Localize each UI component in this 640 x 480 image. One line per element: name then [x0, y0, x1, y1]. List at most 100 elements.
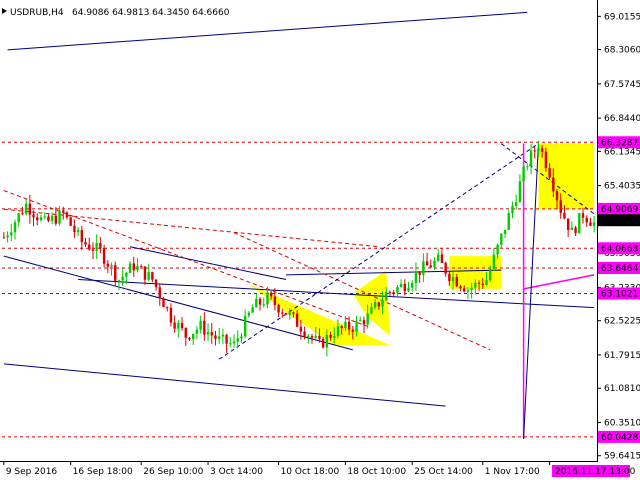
- candle-body: [377, 302, 381, 307]
- candle-body: [110, 264, 113, 267]
- candle-body: [477, 282, 481, 284]
- candle-body: [251, 307, 254, 313]
- x-tick-label: 9 Sep 2016: [6, 467, 58, 477]
- candle-body: [526, 166, 529, 168]
- candle-body: [329, 334, 332, 338]
- candle-body: [321, 338, 325, 348]
- candle-body: [303, 331, 306, 337]
- candle-body: [199, 320, 202, 330]
- candle-body: [425, 261, 429, 266]
- candle-body: [36, 217, 39, 221]
- current-price-label: 64.6660: [601, 216, 638, 226]
- candle-body: [91, 249, 95, 251]
- price-chart: 69.0155 68.3060 67.5745 66.8440 66.1345 65.40…: [0, 0, 640, 480]
- candle-body: [106, 263, 110, 267]
- candle-body: [362, 320, 366, 325]
- x-tick-label: 10 Oct 18:00: [281, 467, 340, 477]
- x-tick-label: 16 Sep 18:00: [73, 467, 133, 477]
- candle-body: [28, 203, 32, 215]
- candle-body: [533, 150, 536, 152]
- candle-body: [411, 282, 414, 288]
- candle-body: [195, 329, 199, 334]
- candle-body: [544, 151, 548, 169]
- candle-body: [485, 280, 488, 285]
- candle-body: [151, 272, 154, 280]
- level-label: 63.6464: [601, 264, 638, 274]
- candle-body: [43, 216, 46, 218]
- candle-body: [32, 214, 35, 218]
- candle-body: [143, 266, 147, 280]
- candle-body: [570, 227, 574, 231]
- y-tick-label: 61.0810: [604, 384, 640, 394]
- candle-body: [578, 213, 581, 234]
- header-symbol: USDRUB,H4: [10, 8, 64, 18]
- candle-body: [344, 321, 347, 329]
- candle-body: [136, 266, 139, 271]
- candle-body: [24, 203, 28, 214]
- candle-body: [437, 254, 440, 261]
- level-label: 60.0428: [601, 433, 638, 443]
- candle-body: [47, 216, 50, 221]
- candle-body: [340, 326, 343, 329]
- candle-body: [99, 242, 102, 248]
- y-tick-label: 69.0155: [604, 12, 640, 22]
- candle-body: [444, 262, 447, 274]
- candle-body: [21, 213, 24, 215]
- candle-body: [147, 272, 150, 280]
- candle-body: [537, 148, 540, 152]
- candle-body: [2, 237, 6, 239]
- candle-body: [232, 341, 236, 344]
- y-tick-label: 68.3060: [604, 46, 640, 56]
- candle-body: [381, 300, 384, 307]
- y-tick-label: 59.6415: [604, 452, 640, 462]
- candle-body: [399, 283, 403, 288]
- candle-body: [422, 261, 425, 275]
- candle-body: [243, 315, 247, 337]
- candle-body: [210, 332, 213, 336]
- y-tick-label: 60.3510: [604, 418, 640, 428]
- candle-body: [481, 283, 484, 285]
- candle-body: [273, 296, 277, 306]
- candle-body: [180, 323, 184, 329]
- candle-body: [466, 290, 470, 292]
- candle-body: [154, 279, 158, 288]
- candle-body: [221, 334, 225, 337]
- candle-body: [262, 304, 265, 306]
- level-label: 63.1021: [601, 290, 638, 300]
- candle-body: [173, 322, 176, 329]
- candle-body: [451, 277, 455, 282]
- candle-body: [463, 288, 466, 292]
- candle-body: [125, 272, 128, 277]
- candle-body: [433, 260, 436, 268]
- candle-body: [295, 313, 299, 327]
- candle-body: [203, 320, 206, 335]
- candle-body: [255, 298, 258, 308]
- candle-body: [396, 287, 399, 293]
- candle-body: [392, 292, 395, 294]
- y-tick-label: 62.5225: [604, 317, 640, 327]
- candle-body: [240, 336, 243, 339]
- candle-body: [217, 336, 221, 339]
- chart-header: USDRUB,H4 64.9086 64.9813 64.3450 64.666…: [2, 8, 230, 18]
- candle-body: [17, 213, 20, 223]
- candle-body: [552, 177, 555, 192]
- candle-body: [307, 336, 310, 338]
- candle-body: [184, 328, 187, 338]
- candle-body: [388, 291, 392, 293]
- candle-body: [225, 334, 228, 344]
- x-tick-label: 25 Oct 14:00: [414, 467, 473, 477]
- candle-body: [277, 305, 280, 313]
- candle-body: [592, 222, 596, 226]
- candle-body: [440, 254, 444, 263]
- candle-body: [114, 264, 117, 281]
- candle-body: [214, 335, 217, 339]
- candle-body: [370, 307, 373, 314]
- candle-body: [351, 329, 355, 332]
- candle-body: [39, 217, 43, 221]
- y-tick-label: 66.8440: [604, 114, 640, 124]
- candle-body: [385, 291, 388, 301]
- candle-body: [407, 287, 410, 292]
- candle-body: [333, 335, 336, 338]
- candle-body: [76, 230, 80, 233]
- candle-body: [488, 269, 492, 281]
